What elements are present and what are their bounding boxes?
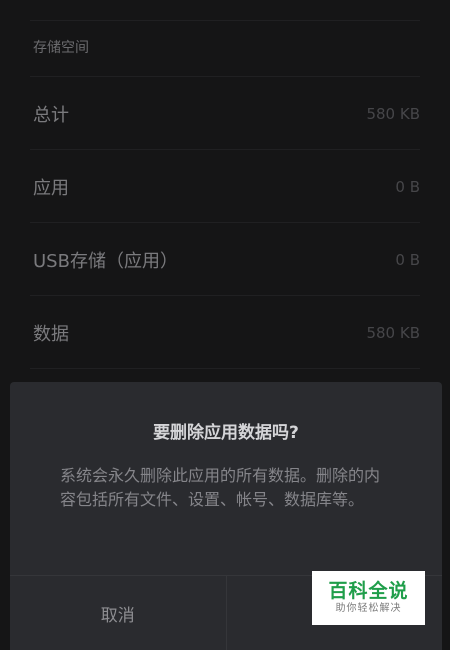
watermark-logo: 百科全说 助你轻松解决 — [312, 571, 425, 625]
app-storage-screen: 存储空间 总计 580 KB 应用 0 B USB存储（应用） 0 B 数据 5… — [0, 0, 450, 650]
dialog-message: 系统会永久删除此应用的所有数据。删除的内容包括所有文件、设置、帐号、数据库等。 — [60, 466, 381, 509]
watermark-subtitle: 助你轻松解决 — [335, 603, 402, 614]
watermark-title: 百科全说 — [328, 580, 409, 602]
cancel-button[interactable]: 取消 — [10, 576, 226, 650]
dialog-title: 要删除应用数据吗? — [153, 423, 299, 443]
